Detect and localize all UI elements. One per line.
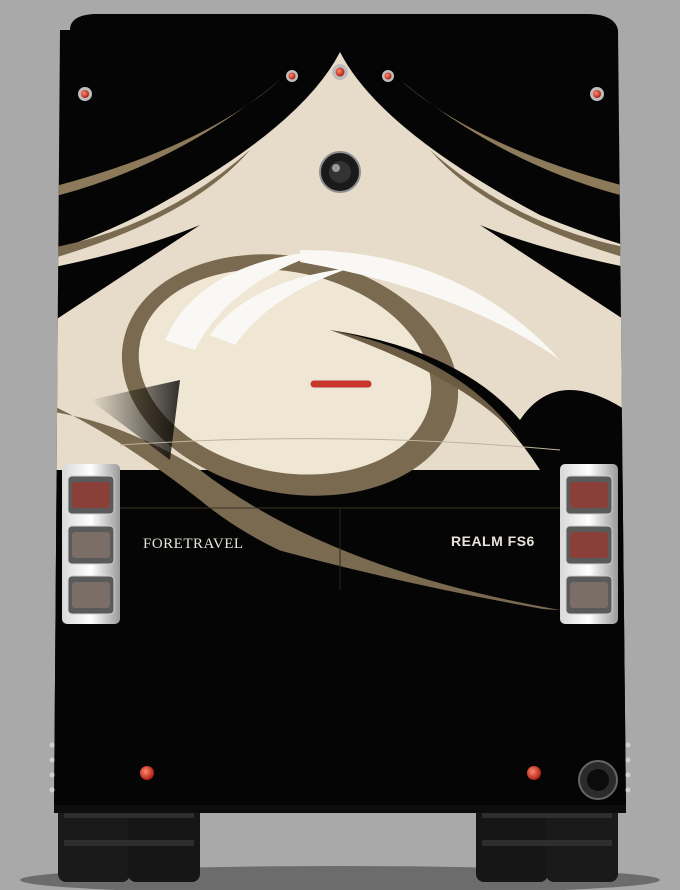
right-reflector — [527, 766, 541, 780]
rear-bumper — [54, 805, 626, 813]
backup-camera — [319, 151, 361, 193]
left-taillight-cluster — [62, 464, 120, 624]
exhaust-pipe — [578, 760, 618, 800]
right-taillight-cluster — [560, 464, 618, 624]
left-reflector — [140, 766, 154, 780]
center-brake-light — [309, 379, 373, 389]
rv-illustration: FORETRAVEL REALM FS6 — [20, 14, 660, 890]
brand-badge: FORETRAVEL — [143, 536, 244, 552]
rv-rear-view: FORETRAVEL REALM FS6 — [0, 0, 680, 890]
model-badge: REALM FS6 — [451, 533, 535, 549]
